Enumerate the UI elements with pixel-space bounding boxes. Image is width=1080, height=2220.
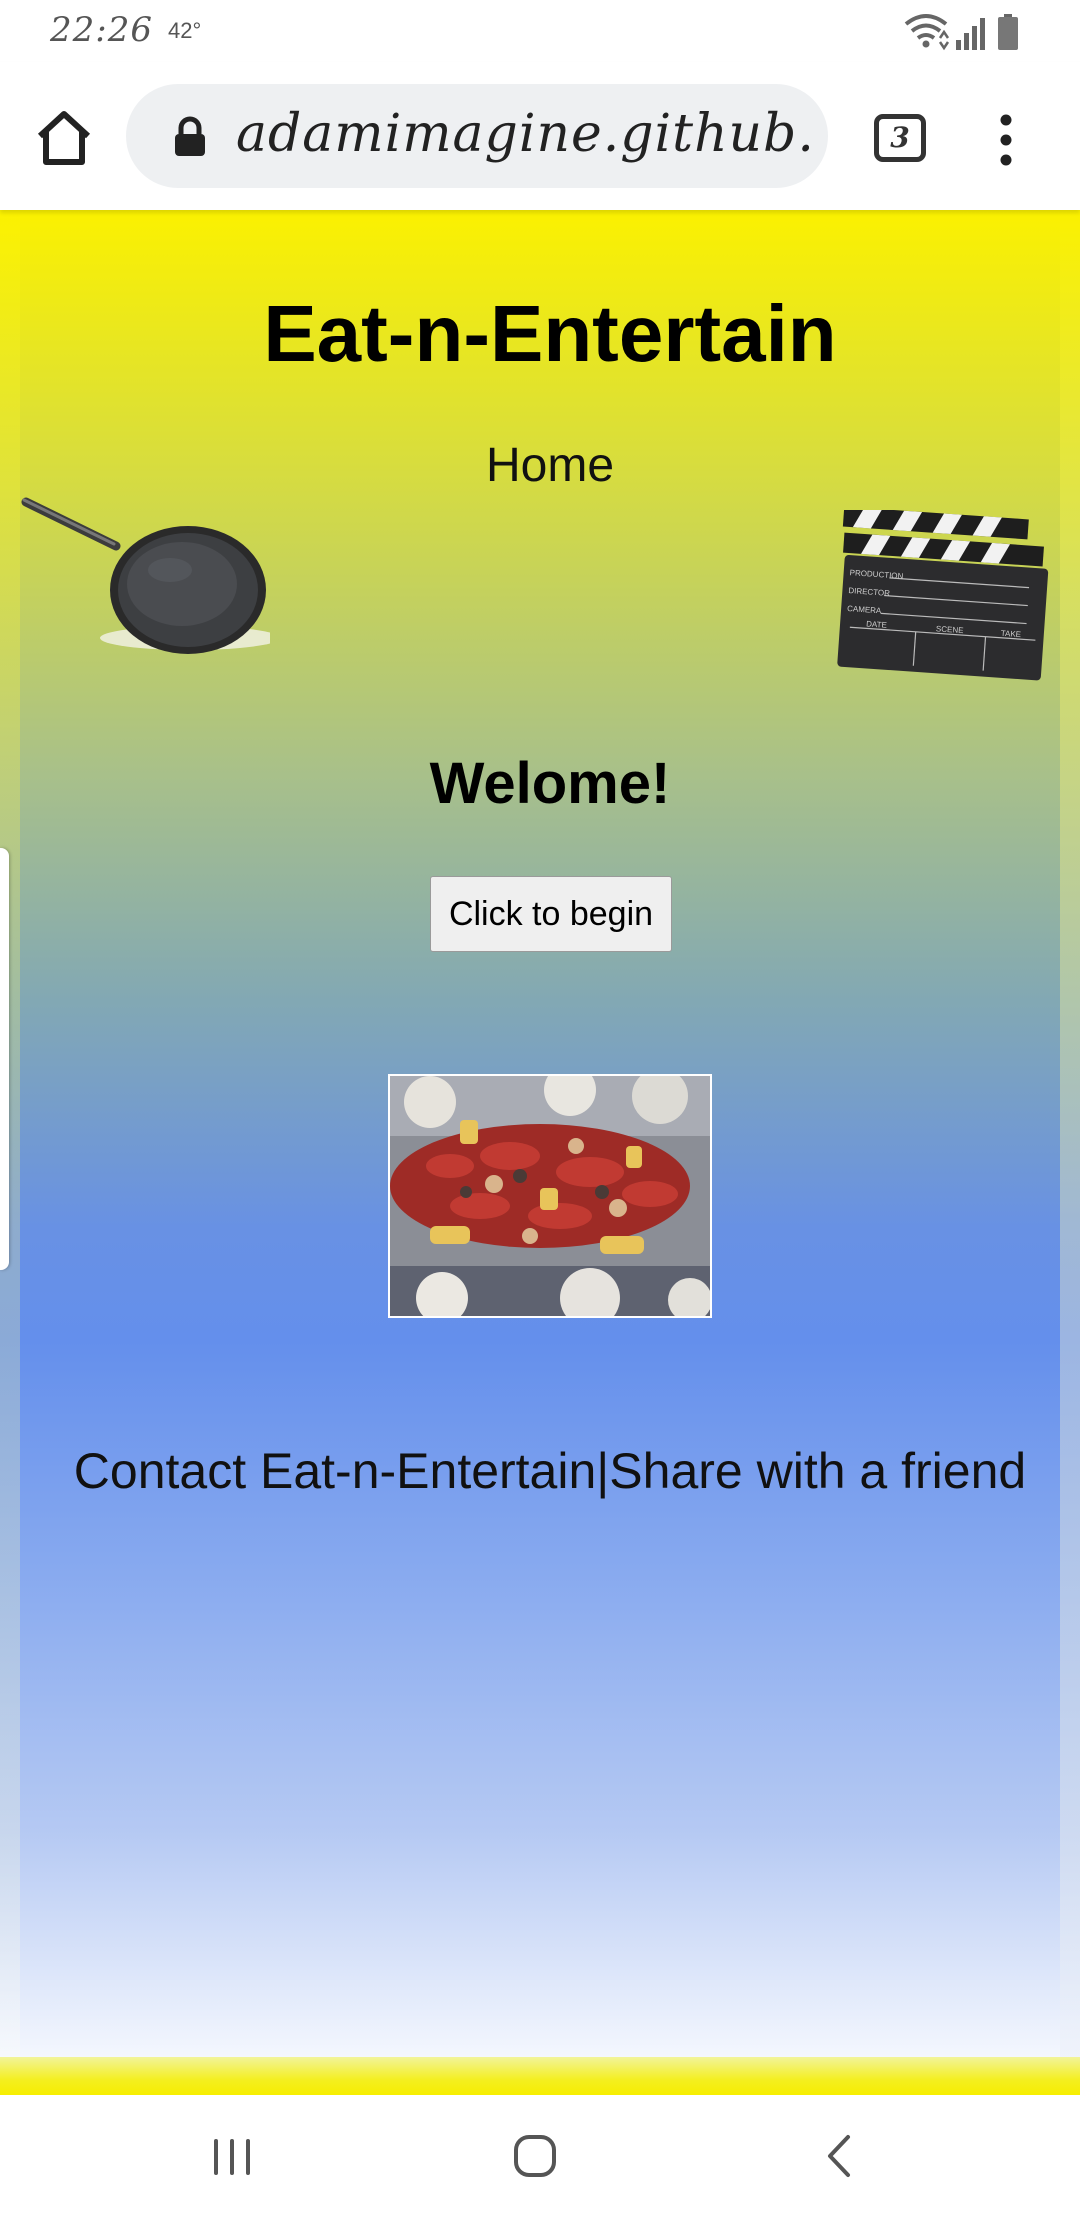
system-navigation-bar — [0, 2095, 1080, 2220]
system-home-icon — [514, 2135, 556, 2177]
url-text[interactable]: adamimagine.github.io — [236, 104, 816, 164]
svg-text:TAKE: TAKE — [1000, 629, 1021, 639]
wifi-icon — [904, 14, 950, 51]
recent-apps-button[interactable] — [210, 2137, 260, 2177]
svg-text:SCENE: SCENE — [936, 624, 964, 635]
clapperboard-image: PRODUCTION DIRECTOR CAMERA DATE SCENE TA… — [837, 510, 1049, 681]
signal-icon — [956, 18, 985, 50]
battery-icon — [998, 14, 1018, 50]
svg-text:DATE: DATE — [866, 619, 887, 629]
contact-link[interactable]: Contact Eat-n-Entertain — [74, 1443, 597, 1499]
back-chevron-icon — [828, 2135, 850, 2177]
status-bar: 22:26 42° — [0, 0, 1080, 62]
system-back-button[interactable] — [822, 2133, 856, 2179]
food-photo-illustration — [390, 1076, 710, 1316]
address-bar[interactable]: adamimagine.github.io — [126, 84, 828, 188]
page-bottom-band — [0, 2057, 1080, 2095]
share-link[interactable]: Share with a friend — [609, 1443, 1026, 1499]
edge-panel-handle[interactable] — [0, 848, 9, 1270]
lock-icon — [175, 116, 205, 156]
menu-icon — [1000, 114, 1012, 166]
status-time: 22:26 — [50, 10, 153, 50]
footer-links: Contact Eat-n-Entertain|Share with a fri… — [0, 1442, 1080, 1500]
browser-home-button[interactable] — [30, 108, 98, 168]
site-title: Eat-n-Entertain — [263, 289, 837, 378]
browser-menu-button[interactable] — [988, 112, 1024, 168]
nav-home-link[interactable]: Home — [0, 438, 1080, 493]
status-temperature: 42° — [168, 18, 202, 43]
frying-pan-image — [21, 497, 270, 654]
welcome-heading: Welome! — [429, 751, 671, 816]
crawfish-boil-photo — [388, 1074, 712, 1318]
web-page: Eat-n-Entertain Home PRODUCTION DIRECTOR… — [0, 210, 1080, 2095]
tab-switcher-button[interactable]: 3 — [874, 114, 926, 162]
footer-separator: | — [596, 1443, 610, 1499]
status-icons — [904, 12, 1034, 52]
system-home-button[interactable] — [512, 2133, 558, 2179]
home-icon — [37, 111, 91, 165]
recent-apps-icon — [214, 2139, 250, 2175]
click-to-begin-button[interactable]: Click to begin — [430, 876, 672, 952]
tab-count: 3 — [890, 121, 910, 154]
browser-toolbar: adamimagine.github.io 3 — [0, 62, 1080, 210]
